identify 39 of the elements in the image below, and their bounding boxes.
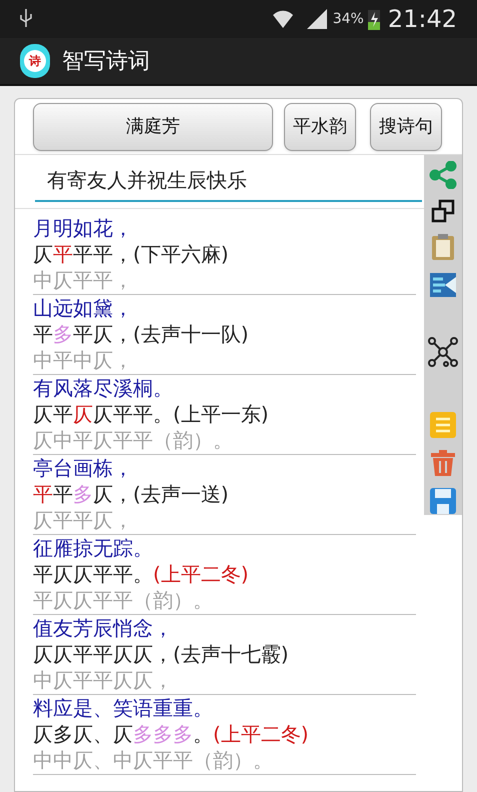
toolbar-button[interactable]: 平水韵 <box>284 102 356 150</box>
clipboard-icon[interactable] <box>430 233 456 261</box>
reference-pattern-line: 中平中仄， <box>33 347 134 373</box>
reference-pattern-line: 中仄平平仄仄， <box>33 667 174 693</box>
app-title: 智写诗词 <box>62 48 150 76</box>
tone-pattern-line: 平多平仄，(去声十一队) <box>33 321 250 347</box>
battery-icon <box>368 8 380 30</box>
reference-pattern-line: 仄平平仄， <box>33 507 134 533</box>
verse-line: 料应是、笑语重重。 <box>33 695 214 721</box>
verse-line: 山远如黛， <box>33 295 134 321</box>
reference-pattern-line: 仄中平仄平平（韵）。 <box>33 427 234 453</box>
usb-icon <box>20 9 32 29</box>
copy-icon[interactable] <box>431 199 455 223</box>
tone-pattern-line: 仄平仄仄平平。(上平一东) <box>33 401 270 427</box>
wifi-icon <box>270 9 295 29</box>
battery-percent: 34% <box>332 10 364 28</box>
share-icon[interactable] <box>429 161 457 189</box>
tone-pattern-line: 仄仄平平仄仄，(去声十七霰) <box>33 641 290 667</box>
verse-line: 有风落尽溪桐。 <box>33 375 174 401</box>
toolbar-button[interactable]: 搜诗句 <box>370 102 442 150</box>
reference-pattern-line: 中中仄、中仄平平（韵）。 <box>33 747 274 773</box>
verse-line: 月明如花， <box>33 215 134 241</box>
tone-pattern-line: 平平多仄，(去声一送) <box>33 481 230 507</box>
save-icon[interactable] <box>429 487 457 515</box>
verse-line: 亭台画栋， <box>33 455 134 481</box>
tone-pattern-line: 仄多仄、仄多多多。(上平二冬) <box>33 721 310 747</box>
network-icon[interactable] <box>428 337 458 367</box>
tone-pattern-line: 仄平平平，(下平六麻) <box>33 241 230 267</box>
verse-line: 值友芳辰悄念， <box>33 615 174 641</box>
signal-icon <box>306 9 329 29</box>
reference-pattern-line: 平仄仄平平（韵）。 <box>33 587 214 613</box>
trash-icon[interactable] <box>430 449 456 477</box>
reference-pattern-line: 中仄平平， <box>33 267 134 293</box>
verse-line: 征雁掠无踪。 <box>33 535 154 561</box>
toolbar-button[interactable]: 满庭芳 <box>33 102 273 150</box>
clock: 21:42 <box>388 4 457 35</box>
title-input-field[interactable]: 有寄友人并祝生辰快乐 <box>35 162 422 202</box>
logo-letter: 诗 <box>24 50 46 72</box>
tone-pattern-line: 平仄仄平平。(上平二冬) <box>33 561 250 587</box>
